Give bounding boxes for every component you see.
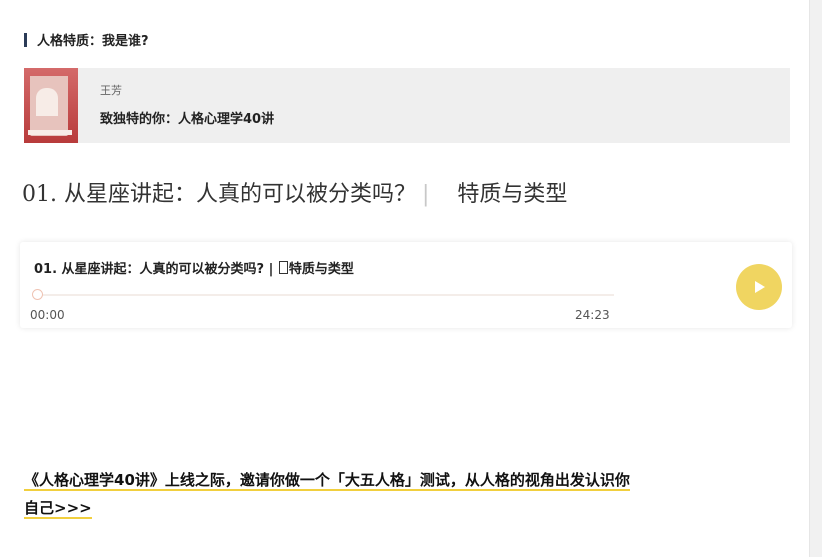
course-name[interactable]: 致独特的你：人格心理学40讲 xyxy=(100,108,274,127)
lesson-heading: 01. 从星座讲起：人真的可以被分类吗？ | 特质与类型 xyxy=(22,176,567,208)
lesson-heading-separator: | xyxy=(421,182,430,207)
duration: 24:23 xyxy=(575,308,610,322)
play-button[interactable] xyxy=(736,264,782,310)
audio-title-suffix: 特质与类型 xyxy=(288,262,354,277)
course-author: 王芳 xyxy=(100,84,122,97)
course-card[interactable]: 王芳 致独特的你：人格心理学40讲 xyxy=(24,68,790,143)
course-cover-image[interactable] xyxy=(24,68,78,143)
section-header: 人格特质：我是谁? xyxy=(24,30,149,49)
play-icon xyxy=(755,281,765,293)
scrollbar-gutter[interactable] xyxy=(809,0,822,557)
section-accent-bar xyxy=(24,32,27,47)
lesson-heading-main: 01. 从星座讲起：人真的可以被分类吗？ xyxy=(22,182,416,207)
progress-knob[interactable] xyxy=(32,289,43,300)
section-title: 人格特质：我是谁? xyxy=(37,34,149,49)
current-time: 00:00 xyxy=(30,308,65,322)
promo-link[interactable]: 《人格心理学40讲》上线之际，邀请你做一个「大五人格」测试，从人格的视角出发认识… xyxy=(24,466,794,522)
course-info: 王芳 致独特的你：人格心理学40讲 xyxy=(78,68,274,143)
promo-line-2[interactable]: 自己>>> xyxy=(24,499,92,519)
audio-title: 01. 从星座讲起：人真的可以被分类吗? | 特质与类型 xyxy=(34,258,354,277)
lesson-heading-sub: 特质与类型 xyxy=(457,182,568,207)
audio-title-prefix: 01. 从星座讲起：人真的可以被分类吗? | xyxy=(34,262,278,277)
audio-player: 01. 从星座讲起：人真的可以被分类吗? | 特质与类型 00:00 24:23 xyxy=(20,242,792,328)
promo-line-1[interactable]: 《人格心理学40讲》上线之际，邀请你做一个「大五人格」测试，从人格的视角出发认识… xyxy=(24,471,630,491)
missing-glyph-icon xyxy=(278,261,288,274)
progress-track[interactable] xyxy=(34,294,614,296)
